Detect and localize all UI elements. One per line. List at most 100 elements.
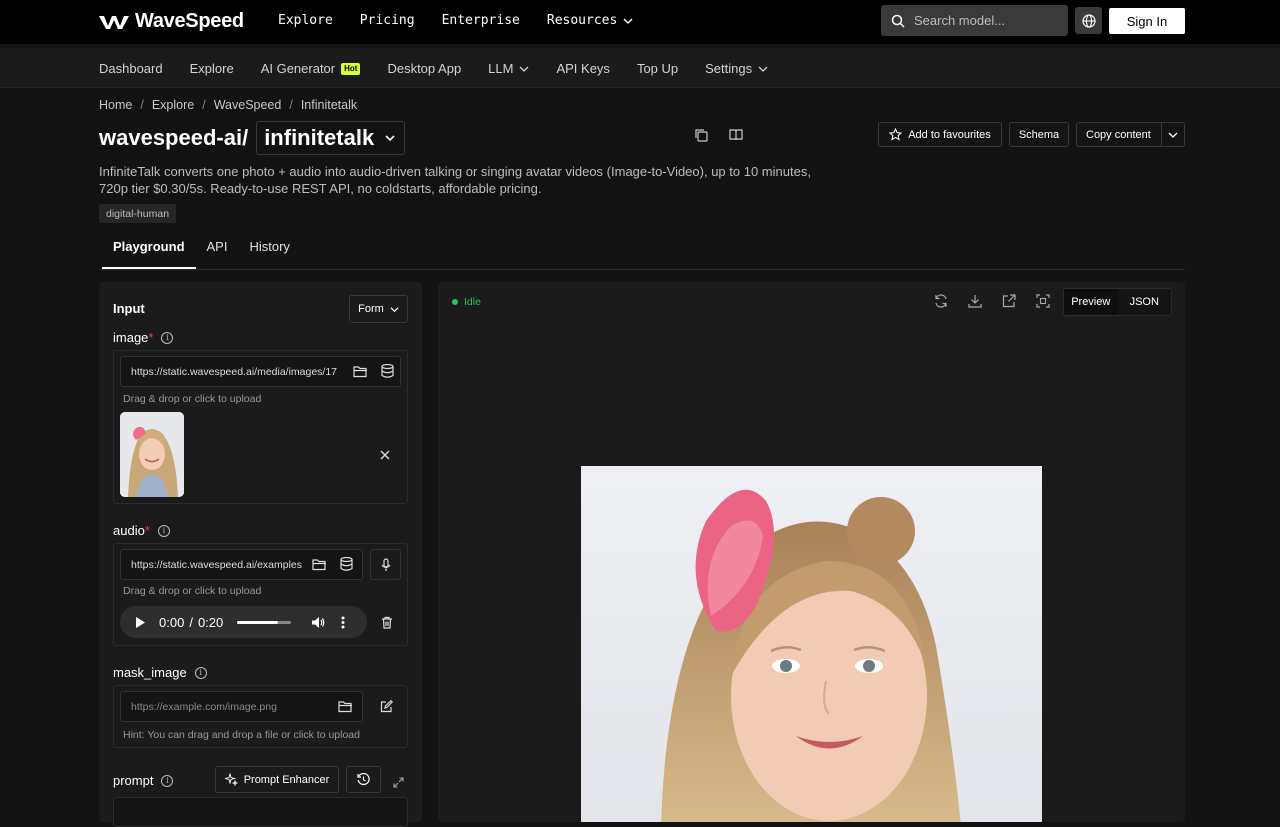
prompt-enhancer-button[interactable]: Prompt Enhancer <box>215 766 339 793</box>
folder-icon[interactable] <box>304 549 334 579</box>
play-icon[interactable] <box>135 616 145 628</box>
database-icon[interactable] <box>372 356 402 386</box>
subnav-top-up[interactable]: Top Up <box>637 61 678 76</box>
nav-pricing[interactable]: Pricing <box>360 13 415 28</box>
subnav-desktop-app[interactable]: Desktop App <box>387 61 461 76</box>
input-title: Input <box>113 301 145 316</box>
view-preview-button[interactable]: Preview <box>1064 289 1118 315</box>
model-selector[interactable]: infinitetalk <box>256 121 406 155</box>
view-json-button[interactable]: JSON <box>1118 289 1172 315</box>
info-icon[interactable]: i <box>157 524 170 537</box>
folder-icon[interactable] <box>345 356 375 386</box>
breadcrumb-explore[interactable]: Explore <box>152 98 194 112</box>
folder-icon[interactable] <box>330 691 360 721</box>
expand-icon[interactable] <box>383 767 413 797</box>
audio-time-separator: / <box>189 614 193 630</box>
info-icon[interactable]: i <box>194 666 207 679</box>
copy-icon[interactable] <box>694 128 708 142</box>
remove-image-button[interactable] <box>370 440 400 470</box>
audio-level-fill <box>237 620 278 624</box>
sub-nav: Dashboard Explore AI Generator Hot Deskt… <box>0 48 1280 88</box>
subnav-ai-generator[interactable]: AI Generator Hot <box>261 61 361 76</box>
sparkle-icon <box>224 773 238 786</box>
download-icon[interactable] <box>968 294 982 308</box>
tab-bar: Playground API History <box>102 239 301 269</box>
model-description: InfiniteTalk converts one photo + audio … <box>99 164 811 196</box>
subnav-ai-generator-label: AI Generator <box>260 61 336 76</box>
info-icon[interactable]: i <box>161 774 174 787</box>
nav-enterprise[interactable]: Enterprise <box>442 13 520 28</box>
audio-current-time: 0:00 <box>159 614 185 630</box>
audio-duration: 0:20 <box>197 614 224 630</box>
prompt-history-button[interactable] <box>346 766 381 793</box>
required-mark: * <box>148 330 154 345</box>
tab-api[interactable]: API <box>196 239 239 269</box>
microphone-icon <box>381 557 390 571</box>
open-external-icon[interactable] <box>1002 294 1016 308</box>
fullscreen-icon[interactable] <box>1036 294 1050 308</box>
edit-icon[interactable] <box>371 691 401 721</box>
search-input[interactable] <box>914 13 1054 28</box>
form-mode-label: Form <box>358 303 384 315</box>
brand-name: WaveSpeed <box>135 10 244 32</box>
mask-image-url-field[interactable]: https://example.com/image.png <box>120 691 363 722</box>
model-org: wavespeed-ai/ <box>99 125 249 150</box>
language-button[interactable] <box>1075 7 1102 34</box>
sign-in-button[interactable]: Sign In <box>1109 8 1185 34</box>
close-icon <box>380 450 390 460</box>
chevron-down-icon <box>520 66 529 72</box>
delete-audio-button[interactable] <box>372 607 402 637</box>
schema-button[interactable]: Schema <box>1009 122 1069 147</box>
chevron-down-icon <box>758 66 768 72</box>
form-mode-select[interactable]: Form <box>349 295 408 323</box>
chevron-down-icon[interactable] <box>1168 130 1178 140</box>
image-label: image * i <box>113 330 174 345</box>
mask-image-hint: Hint: You can drag and drop a file or cl… <box>123 729 360 741</box>
model-tag[interactable]: digital-human <box>99 204 177 223</box>
nav-resources[interactable]: Resources <box>547 13 633 28</box>
subnav-settings[interactable]: Settings <box>705 61 768 76</box>
model-name: infinitetalk <box>264 125 375 150</box>
required-mark: * <box>144 523 150 538</box>
copy-content-button[interactable]: Copy content <box>1076 122 1185 147</box>
info-icon[interactable]: i <box>161 331 174 344</box>
brand-logo[interactable]: WaveSpeed <box>99 10 244 33</box>
prompt-label: prompt i <box>113 773 174 788</box>
status-dot <box>452 299 458 305</box>
subnav-llm[interactable]: LLM <box>488 61 529 76</box>
breadcrumb-wavespeed[interactable]: WaveSpeed <box>214 98 282 112</box>
subnav-settings-label: Settings <box>705 61 753 76</box>
breadcrumb-separator: / <box>202 98 206 112</box>
audio-label: audio * i <box>113 523 170 538</box>
mask-image-label-text: mask_image <box>113 665 187 680</box>
search-box[interactable] <box>881 5 1068 36</box>
audio-seek-bar[interactable] <box>237 620 292 624</box>
subnav-api-keys[interactable]: API Keys <box>556 61 609 76</box>
refresh-icon[interactable] <box>934 294 948 308</box>
chevron-down-icon <box>385 135 395 142</box>
breadcrumb-current: Infinitetalk <box>300 98 358 112</box>
audio-player: 0:00 / 0:20 <box>120 606 367 638</box>
nav-explore[interactable]: Explore <box>278 13 333 28</box>
breadcrumb-home[interactable]: Home <box>99 98 132 112</box>
volume-icon[interactable] <box>311 616 325 629</box>
view-toggle: Preview JSON <box>1063 288 1172 316</box>
star-icon <box>889 128 903 141</box>
image-label-text: image <box>113 330 149 345</box>
database-icon[interactable] <box>331 549 361 579</box>
subnav-dashboard[interactable]: Dashboard <box>99 61 163 76</box>
search-icon <box>891 14 905 28</box>
hot-badge: Hot <box>341 62 361 75</box>
add-to-favourites-button[interactable]: Add to favourites <box>878 122 1002 147</box>
record-audio-button[interactable] <box>370 549 401 580</box>
tab-playground[interactable]: Playground <box>102 239 196 269</box>
top-bar: WaveSpeed Explore Pricing Enterprise Res… <box>0 0 1280 44</box>
more-options-icon[interactable] <box>341 616 345 629</box>
status-text: Idle <box>464 296 481 308</box>
subnav-explore[interactable]: Explore <box>190 61 234 76</box>
prompt-textarea[interactable] <box>113 797 408 827</box>
audio-upload-hint: Drag & drop or click to upload <box>123 585 262 597</box>
book-icon[interactable] <box>729 128 743 142</box>
breadcrumb-separator: / <box>289 98 293 112</box>
tab-history[interactable]: History <box>238 239 300 269</box>
